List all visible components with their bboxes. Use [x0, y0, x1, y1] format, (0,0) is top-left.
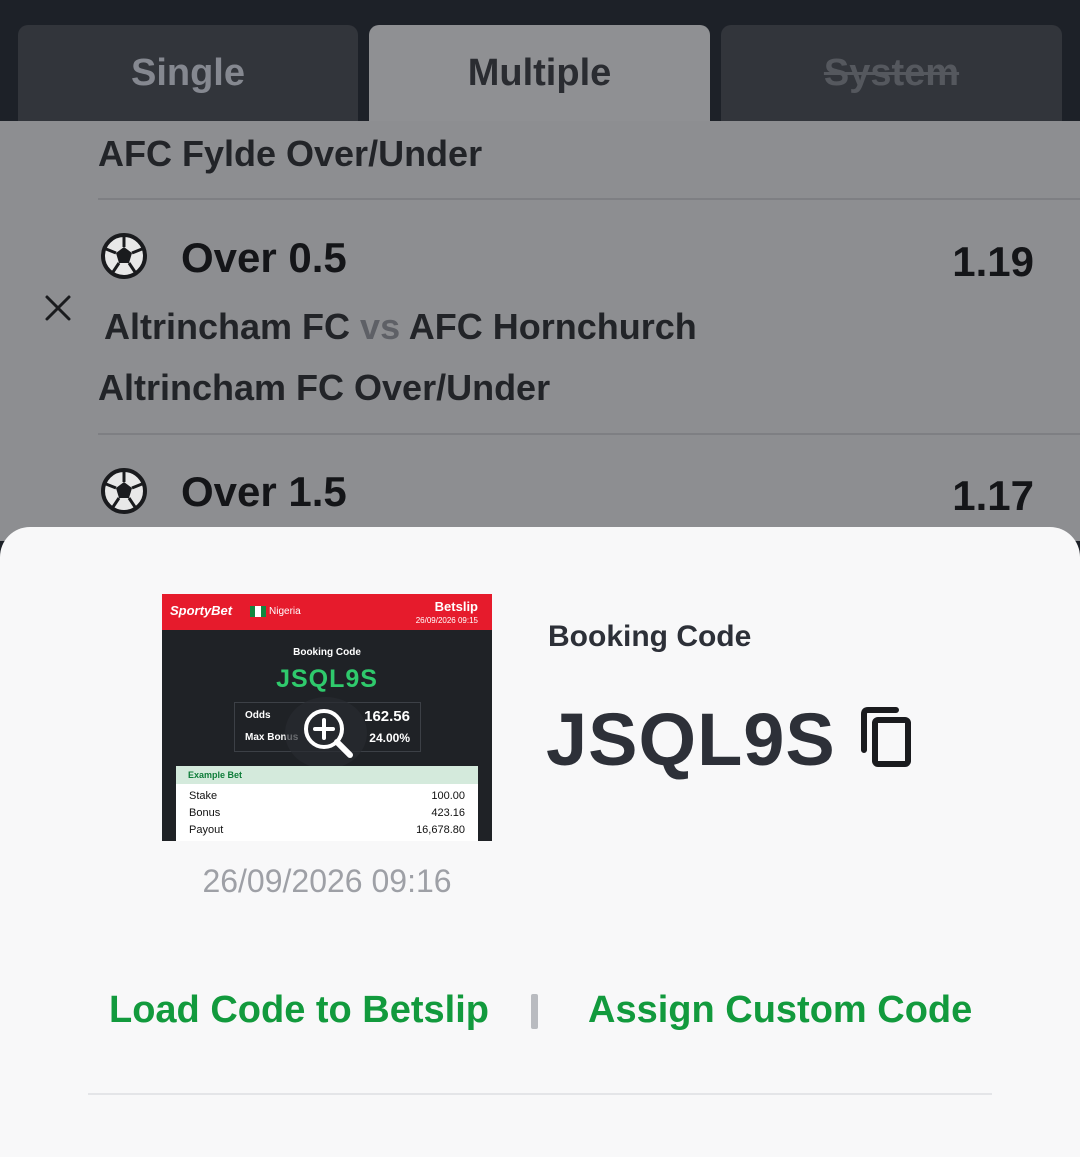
booking-code-value: JSQL9S — [546, 698, 836, 781]
away-team: AFC Hornchurch — [408, 306, 697, 347]
selection-pick: Over 0.5 — [181, 234, 347, 281]
market-name: AFC Fylde Over/Under — [98, 133, 483, 174]
preview-example-label: Example Bet — [176, 766, 478, 784]
link-separator — [531, 994, 538, 1029]
example-row-value: 423.16 — [431, 807, 465, 819]
divider — [98, 198, 1080, 200]
booking-code-sheet: SportyBet Nigeria Betslip 26/09/2026 09:… — [0, 527, 1080, 1157]
tab-system[interactable]: System — [721, 25, 1062, 121]
booking-code-label: Booking Code — [548, 620, 752, 653]
market-name: Altrincham FC Over/Under — [98, 367, 551, 408]
preview-max-bonus-value: 24.00% — [369, 731, 410, 745]
preview-odds-label: Odds — [245, 710, 271, 721]
preview-booking-label: Booking Code — [293, 647, 361, 658]
zoom-in-icon — [304, 709, 353, 758]
example-row-value: 16,678.80 — [416, 824, 465, 836]
preview-odds-value: 162.56 — [364, 708, 410, 725]
close-icon[interactable] — [44, 294, 72, 322]
preview-example-row: Payout 16,678.80 — [189, 824, 465, 836]
preview-header: SportyBet Nigeria Betslip 26/09/2026 09:… — [162, 594, 492, 630]
example-row-label: Bonus — [189, 807, 221, 819]
football-icon — [101, 233, 147, 279]
sportybet-logo: SportyBet — [170, 603, 233, 618]
divider — [88, 1093, 992, 1095]
bet-type-tabs: Single Multiple System — [0, 0, 1080, 121]
betslip-list: AFC Fylde Over/Under Over 0.5 1.19 Altri… — [0, 121, 1080, 541]
preview-timestamp: 26/09/2026 09:16 — [202, 863, 452, 899]
selection-pick: Over 1.5 — [181, 468, 347, 515]
copy-icon[interactable] — [858, 706, 914, 770]
preview-example-bet: Example Bet Stake 100.00 Bonus 423.16 Pa… — [176, 766, 478, 841]
assign-custom-code-link[interactable]: Assign Custom Code — [588, 989, 972, 1032]
example-row-label: Payout — [189, 824, 224, 836]
football-icon — [101, 468, 147, 514]
divider — [98, 433, 1080, 435]
preview-title: Betslip — [434, 599, 478, 614]
home-team: Altrincham FC — [104, 306, 351, 347]
vs-label: vs — [360, 306, 401, 347]
preview-booking-code: JSQL9S — [276, 665, 378, 693]
preview-date: 26/09/2026 09:15 — [415, 616, 478, 625]
tab-single[interactable]: Single — [18, 25, 358, 121]
nigeria-flag-icon — [250, 606, 266, 617]
example-row-value: 100.00 — [431, 790, 465, 802]
load-code-to-betslip-link[interactable]: Load Code to Betslip — [109, 989, 489, 1032]
selection-odds: 1.17 — [952, 472, 1034, 519]
example-row-label: Stake — [189, 790, 218, 802]
preview-example-row: Stake 100.00 — [189, 790, 465, 802]
betslip-image-preview[interactable]: SportyBet Nigeria Betslip 26/09/2026 09:… — [162, 594, 492, 841]
match-teams: Altrincham FC vs AFC Hornchurch — [104, 306, 697, 348]
preview-example-row: Bonus 423.16 — [189, 807, 465, 819]
tab-multiple[interactable]: Multiple — [369, 25, 710, 121]
preview-country: Nigeria — [269, 606, 301, 617]
selection-odds: 1.19 — [952, 238, 1034, 285]
zoom-in-button[interactable] — [285, 697, 367, 769]
